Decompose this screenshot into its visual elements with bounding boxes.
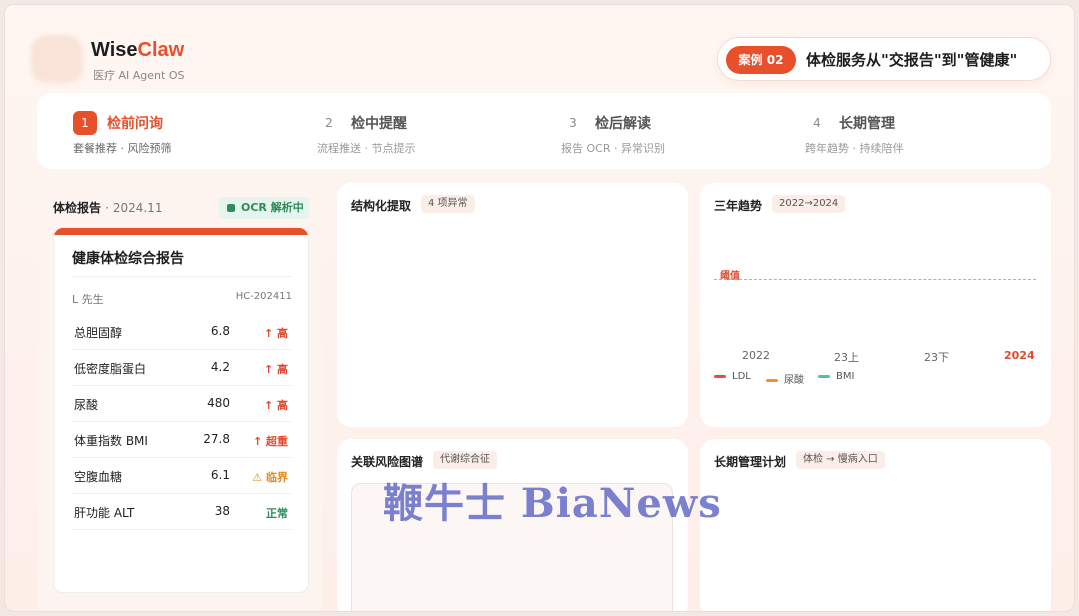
legend-item-uric-acid: 尿酸 xyxy=(766,371,804,386)
x-tick-label: 2022 xyxy=(742,349,770,362)
step-subtitle: 跨年趋势 · 持续陪伴 xyxy=(805,142,904,155)
trend-panel: 三年趋势 2022→2024 阈值 2022 23上 23下 2024 LDL … xyxy=(700,183,1051,427)
indicator-value: 4.2 xyxy=(210,360,230,374)
ocr-status-badge: OCR 解析中 xyxy=(219,197,309,219)
workflow-steps: 1 检前问询 套餐推荐 · 风险预筛 2 检中提醒 流程推送 · 节点提示 3 … xyxy=(37,93,1051,169)
table-row: 尿酸 480 ↑ 高 xyxy=(72,386,292,422)
legend-swatch xyxy=(714,374,726,378)
report-code: HC-202411 xyxy=(235,291,292,302)
case-header: 案例 02 体检服务从"交报告"到"管健康" xyxy=(717,37,1051,81)
step-title: 检中提醒 xyxy=(351,116,407,132)
legend-swatch xyxy=(818,374,830,378)
x-tick-label: 23上 xyxy=(834,351,859,364)
table-row: 低密度脂蛋白 4.2 ↑ 高 xyxy=(72,350,292,386)
indicator-name: 低密度脂蛋白 xyxy=(74,362,147,376)
patient-name: L 先生 xyxy=(72,293,104,306)
indicator-name: 体重指数 BMI xyxy=(74,434,148,448)
indicator-flag: ↑ 高 xyxy=(263,327,288,340)
x-tick-label: 2024 xyxy=(1004,349,1035,362)
document-title: 健康体检综合报告 xyxy=(72,251,184,267)
table-row: 体重指数 BMI 27.8 ↑ 超重 xyxy=(72,422,292,458)
step-title: 检后解读 xyxy=(595,116,651,132)
x-tick-label: 23下 xyxy=(924,351,949,364)
year-range-chip: 2022→2024 xyxy=(772,195,846,213)
case-title: 体检服务从"交报告"到"管健康" xyxy=(806,51,1018,69)
step-subtitle: 套餐推荐 · 风险预筛 xyxy=(73,142,172,155)
threshold-line xyxy=(714,279,1036,280)
indicator-value: 6.8 xyxy=(210,324,230,338)
logo-icon xyxy=(31,35,83,83)
indicator-value: 38 xyxy=(214,504,230,518)
step-title: 长期管理 xyxy=(839,116,895,132)
report-panel: 体检报告 · 2024.11 OCR 解析中 健康体检综合报告 L 先生 HC-… xyxy=(37,183,323,611)
brand-name: WiseClaw xyxy=(91,39,185,61)
divider xyxy=(72,276,292,277)
table-row: 总胆固醇 6.8 ↑ 高 xyxy=(72,314,292,350)
step-subtitle: 流程推送 · 节点提示 xyxy=(317,142,416,155)
plan-chip: 体检 → 慢病入口 xyxy=(796,451,885,469)
ocr-status-icon xyxy=(227,204,235,212)
app-frame: WiseClaw 医疗 AI Agent OS 案例 02 体检服务从"交报告"… xyxy=(4,4,1075,612)
step-subtitle: 报告 OCR · 异常识别 xyxy=(561,142,665,155)
legend-swatch xyxy=(766,378,778,382)
step-number: 4 xyxy=(813,116,821,130)
indicator-flag: 正常 xyxy=(266,507,288,520)
indicator-value: 27.8 xyxy=(203,432,230,446)
step-number: 1 xyxy=(73,111,97,135)
indicator-name: 肝功能 ALT xyxy=(74,506,135,520)
panel-title: 长期管理计划 xyxy=(714,455,787,469)
indicator-flag: ↑ 高 xyxy=(263,399,288,412)
brand-tagline: 医疗 AI Agent OS xyxy=(93,69,185,82)
step-title: 检前问询 xyxy=(107,116,163,132)
indicator-flag: ↑ 高 xyxy=(263,363,288,376)
step-number: 2 xyxy=(325,116,333,130)
indicator-name: 总胆固醇 xyxy=(74,326,123,340)
panel-title: 关联风险图谱 xyxy=(351,455,424,469)
anomaly-count-chip: 4 项异常 xyxy=(421,195,475,213)
document-accent-bar xyxy=(54,228,308,235)
indicator-name: 空腹血糖 xyxy=(74,470,123,484)
table-row: 空腹血糖 6.1 ⚠ 临界 xyxy=(72,458,292,494)
watermark: 鞭牛士 BiaNews xyxy=(383,480,722,527)
indicator-value: 6.1 xyxy=(210,468,230,482)
panel-title: 三年趋势 xyxy=(714,199,763,213)
risk-chip: 代谢综合征 xyxy=(433,451,497,469)
table-row: 肝功能 ALT 38 正常 xyxy=(72,494,292,530)
structured-extraction-panel: 结构化提取 4 项异常 xyxy=(337,183,688,427)
report-document: 健康体检综合报告 L 先生 HC-202411 总胆固醇 6.8 ↑ 高 低密度… xyxy=(53,227,309,593)
indicator-flag: ↑ 超重 xyxy=(252,435,288,448)
indicator-name: 尿酸 xyxy=(74,398,99,412)
indicator-flag: ⚠ 临界 xyxy=(252,471,288,484)
legend-item-ldl: LDL xyxy=(714,371,751,382)
panel-title: 结构化提取 xyxy=(351,199,412,213)
case-badge: 案例 02 xyxy=(726,46,796,74)
report-heading: 体检报告 · 2024.11 xyxy=(53,201,163,215)
management-plan-panel: 长期管理计划 体检 → 慢病入口 xyxy=(700,439,1051,611)
indicator-value: 480 xyxy=(207,396,230,410)
step-number: 3 xyxy=(569,116,577,130)
legend-item-bmi: BMI xyxy=(818,371,854,382)
